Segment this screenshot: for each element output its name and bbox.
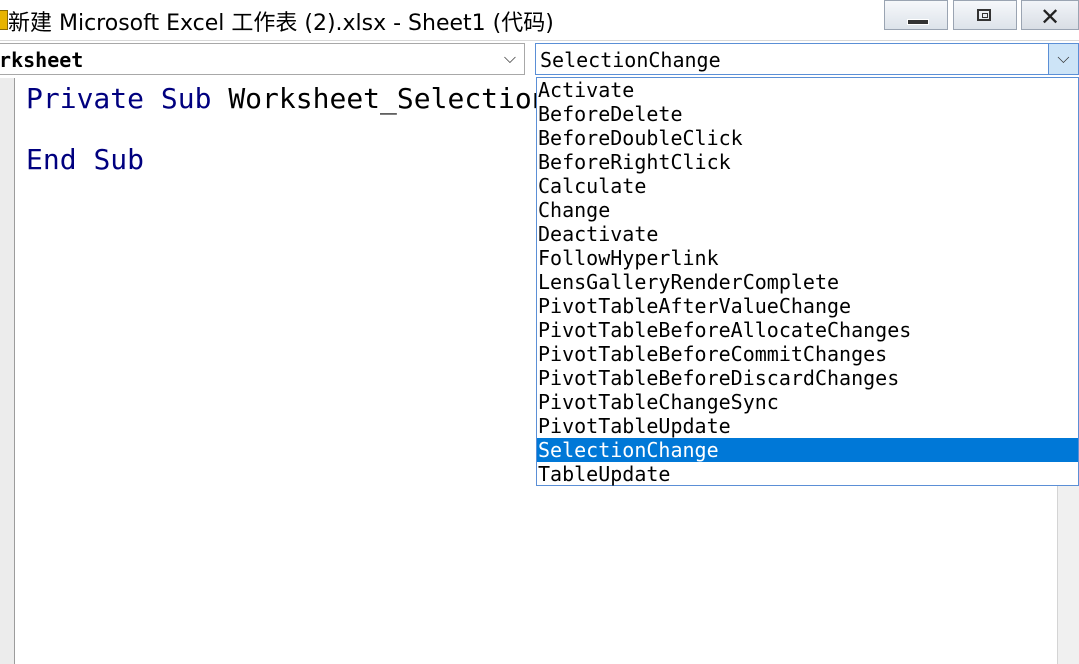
dropdown-item[interactable]: PivotTableAfterValueChange: [537, 294, 1078, 318]
close-icon: ✕: [1039, 3, 1061, 31]
dropdown-item[interactable]: BeforeDelete: [537, 102, 1078, 126]
procedure-combo[interactable]: SelectionChange ⌵: [535, 43, 1079, 75]
dropdown-item[interactable]: Calculate: [537, 174, 1078, 198]
procedure-dropdown-list[interactable]: Activate BeforeDelete BeforeDoubleClick Bef…: [536, 77, 1079, 486]
dropdown-item[interactable]: FollowHyperlink: [537, 246, 1078, 270]
window-title: 新建 Microsoft Excel 工作表 (2).xlsx - Sheet1…: [8, 11, 554, 36]
dropdown-item[interactable]: SelectionChange: [537, 438, 1078, 462]
object-combo-value: orksheet: [0, 48, 84, 72]
dropdown-item[interactable]: PivotTableBeforeCommitChanges: [537, 342, 1078, 366]
code-line-1[interactable]: Private Sub Worksheet_SelectionC: [26, 82, 565, 115]
minimize-button[interactable]: [884, 0, 948, 30]
chevron-down-icon[interactable]: ⌵: [1048, 44, 1078, 74]
title-bar: 新建 Microsoft Excel 工作表 (2).xlsx - Sheet1…: [0, 0, 1079, 41]
procedure-combo-value: SelectionChange: [540, 48, 721, 72]
minimize-icon: [907, 19, 929, 25]
keyword: End: [26, 143, 77, 176]
dropdown-item[interactable]: PivotTableBeforeAllocateChanges: [537, 318, 1078, 342]
maximize-button[interactable]: [953, 0, 1017, 30]
dropdown-item[interactable]: TableUpdate: [537, 462, 1078, 486]
keyword: Sub: [160, 82, 212, 115]
object-combo[interactable]: orksheet ⌵: [0, 43, 525, 75]
keyword: Sub: [93, 143, 145, 176]
margin-indicator-bar[interactable]: [0, 78, 15, 664]
dropdown-item[interactable]: Change: [537, 198, 1078, 222]
code-line-2[interactable]: End Sub: [26, 143, 144, 176]
dropdown-item[interactable]: PivotTableUpdate: [537, 414, 1078, 438]
dropdown-item[interactable]: BeforeRightClick: [537, 150, 1078, 174]
dropdown-item[interactable]: PivotTableBeforeDiscardChanges: [537, 366, 1078, 390]
procedure-name: Worksheet_SelectionC: [228, 82, 566, 115]
dropdown-item[interactable]: PivotTableChangeSync: [537, 390, 1078, 414]
keyword: Private: [26, 82, 145, 115]
chevron-down-icon[interactable]: ⌵: [496, 44, 524, 74]
excel-app-icon: [0, 10, 8, 30]
dropdown-item[interactable]: LensGalleryRenderComplete: [537, 270, 1078, 294]
close-button[interactable]: ✕: [1021, 0, 1079, 31]
dropdown-item[interactable]: Deactivate: [537, 222, 1078, 246]
dropdown-item[interactable]: BeforeDoubleClick: [537, 126, 1078, 150]
restore-icon: [977, 9, 991, 21]
dropdown-item[interactable]: Activate: [537, 78, 1078, 102]
